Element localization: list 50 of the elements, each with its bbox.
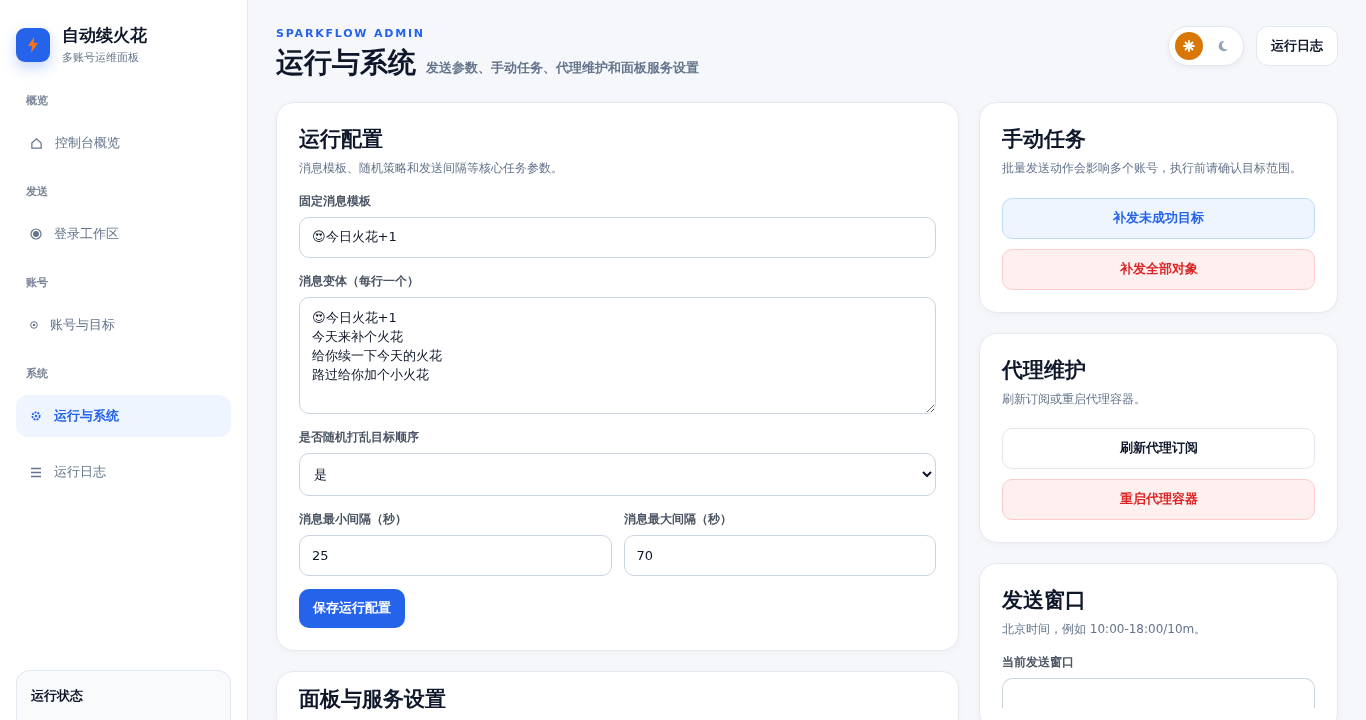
app-logo xyxy=(16,27,50,62)
nav-item[interactable]: 登录工作区 xyxy=(16,213,231,255)
nav-item[interactable]: 账号与目标 xyxy=(16,304,231,346)
gear-icon xyxy=(30,410,42,422)
home-icon xyxy=(30,136,43,150)
max-interval-input[interactable]: 70 xyxy=(623,534,936,576)
page-title: 运行与系统 xyxy=(276,45,416,81)
send-window-input[interactable] xyxy=(1002,677,1315,708)
min-interval-input[interactable]: 25 xyxy=(299,534,612,576)
app-title: 自动续火花 xyxy=(62,24,147,47)
field-label: 当前发送窗口 xyxy=(1002,653,1075,671)
card-description: 批量发送动作会影响多个账号，执行前请确认目标范围。 xyxy=(1002,160,1303,177)
field-label: 消息最大间隔（秒） xyxy=(623,510,733,528)
template-input[interactable]: 😍今日火花+1 xyxy=(299,216,936,258)
nav-item[interactable]: 运行与系统 xyxy=(16,395,231,437)
card-description: 北京时间，例如 10:00-18:00/10m。 xyxy=(1002,621,1208,639)
nav-section-heading: 账号 xyxy=(25,275,49,290)
variants-textarea[interactable]: 😍今日火花+1 今天来补个火花 给你续一下今天的火花 路过给你加个小火花 xyxy=(299,296,936,414)
card-description: 刷新订阅或重启代理容器。 xyxy=(1002,390,1147,408)
nav-section-heading: 概览 xyxy=(25,93,49,108)
save-button[interactable]: 保存运行配置 xyxy=(299,588,405,628)
action-button[interactable]: 重启代理容器 xyxy=(1002,479,1315,521)
field-label: 消息变体（每行一个） xyxy=(299,272,420,290)
action-button[interactable]: 补发全部对象 xyxy=(1002,248,1315,290)
theme-toggle[interactable] xyxy=(1168,26,1244,66)
sun-icon[interactable] xyxy=(1175,32,1203,60)
field-label: 固定消息模板 xyxy=(299,192,372,210)
card-title: 发送窗口 xyxy=(1002,587,1087,615)
nav-section-heading: 发送 xyxy=(25,184,49,199)
card-title: 运行配置 xyxy=(299,126,384,153)
action-button[interactable]: 刷新代理订阅 xyxy=(1002,428,1315,470)
eyebrow-label: SPARKFLOW ADMIN xyxy=(276,27,426,40)
nav-item[interactable]: 控制台概览 xyxy=(16,122,231,164)
card-description: 消息模板、随机策略和发送间隔等核心任务参数。 xyxy=(299,160,564,177)
nav-item[interactable]: 运行日志 xyxy=(16,451,231,493)
action-button[interactable]: 补发未成功目标 xyxy=(1002,197,1315,239)
status-title: 运行状态 xyxy=(31,687,84,705)
field-label: 是否随机打乱目标顺序 xyxy=(299,428,420,446)
card-title: 手动任务 xyxy=(1002,126,1087,153)
field-label: 消息最小间隔（秒） xyxy=(299,510,408,528)
shuffle-select[interactable]: 是 xyxy=(299,452,936,496)
radio-icon xyxy=(30,228,42,240)
log-button[interactable]: 运行日志 xyxy=(1256,26,1338,66)
card-title: 代理维护 xyxy=(1002,356,1087,384)
target-icon xyxy=(30,321,38,329)
nav-section-heading: 系统 xyxy=(25,366,49,381)
app-subtitle: 多账号运维面板 xyxy=(62,50,140,65)
list-icon xyxy=(30,466,42,478)
card-title: 面板与服务设置 xyxy=(299,687,447,711)
page-subtitle: 发送参数、手动任务、代理维护和面板服务设置 xyxy=(426,60,699,77)
